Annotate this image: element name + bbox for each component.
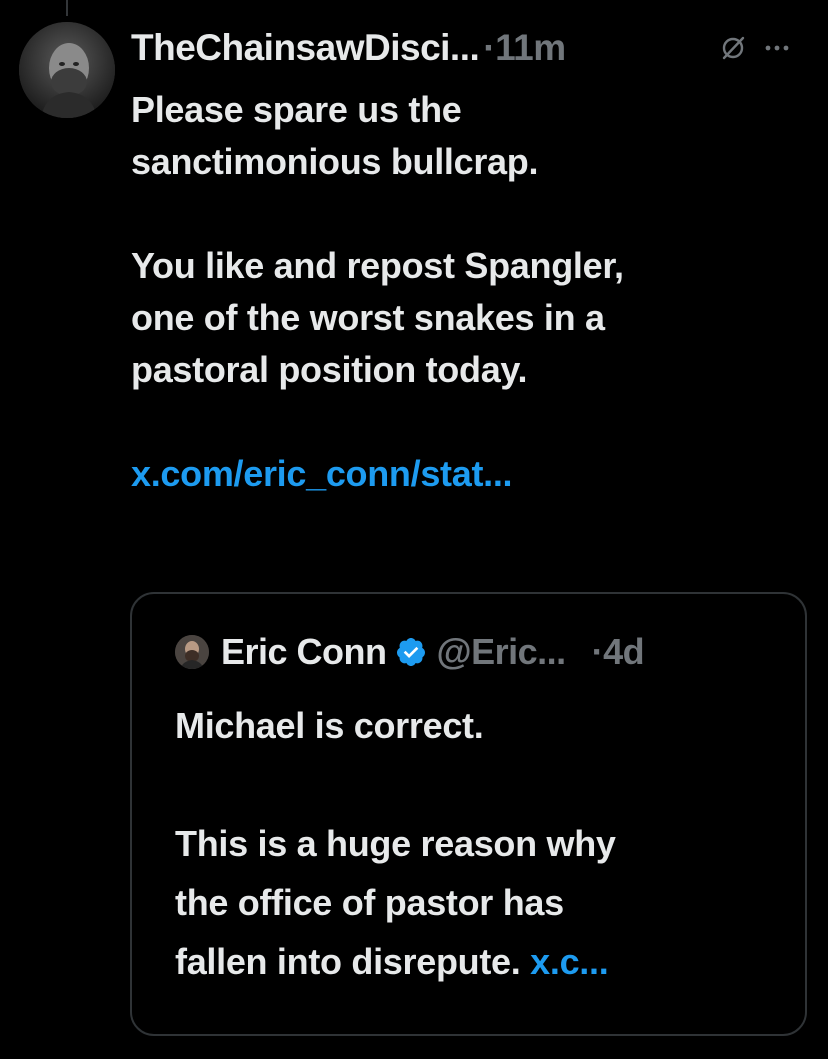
post-text-line: Please spare us the — [131, 89, 462, 130]
post-link[interactable]: x.com/eric_conn/stat... — [131, 453, 513, 494]
post-text-line: pastoral position today. — [131, 349, 528, 390]
post-header: TheChainsawDisci... ·11m — [131, 24, 566, 72]
post-timestamp[interactable]: ·11m — [483, 27, 566, 69]
time-separator: · — [483, 27, 496, 68]
quoted-post-timestamp[interactable]: ·4d — [592, 631, 645, 673]
quoted-text-line: the office of pastor has — [175, 882, 564, 923]
time-value: 11m — [495, 27, 566, 68]
more-dots-icon[interactable] — [762, 33, 792, 63]
quoted-post-link[interactable]: x.c... — [530, 941, 609, 982]
post-text-line: You like and repost Spangler, — [131, 245, 624, 286]
post-header-actions — [718, 30, 792, 66]
avatar-image — [19, 22, 115, 118]
quoted-post-body: Michael is correct. This is a huge reaso… — [175, 696, 795, 991]
quoted-text-fragment: fallen into disrepute. — [175, 941, 531, 982]
quoted-author-handle: @Eric... — [436, 631, 567, 672]
verified-badge-icon — [395, 636, 427, 668]
post-body: Please spare us the sanctimonious bullcr… — [131, 84, 811, 500]
quoted-text-line: Michael is correct. — [175, 705, 484, 746]
quoted-text-line: This is a huge reason why — [175, 823, 616, 864]
quoted-post-card[interactable]: Eric Conn @Eric... ·4d Michael is correc… — [130, 592, 807, 1036]
quoted-author-name[interactable]: Eric Conn — [221, 631, 387, 673]
thread-connector-line — [66, 0, 68, 16]
post-text-line: one of the worst snakes in a — [131, 297, 605, 338]
post-text-line: sanctimonious bullcrap. — [131, 141, 539, 182]
author-avatar[interactable] — [19, 22, 115, 118]
author-display-name[interactable]: TheChainsawDisci... — [131, 27, 480, 69]
quoted-text-line-last: fallen into disrepute. x.c... — [175, 932, 795, 991]
quoted-author-avatar[interactable] — [175, 635, 209, 669]
quoted-post-header: Eric Conn @Eric... ·4d — [175, 630, 645, 674]
grok-slash-icon[interactable] — [718, 33, 748, 63]
